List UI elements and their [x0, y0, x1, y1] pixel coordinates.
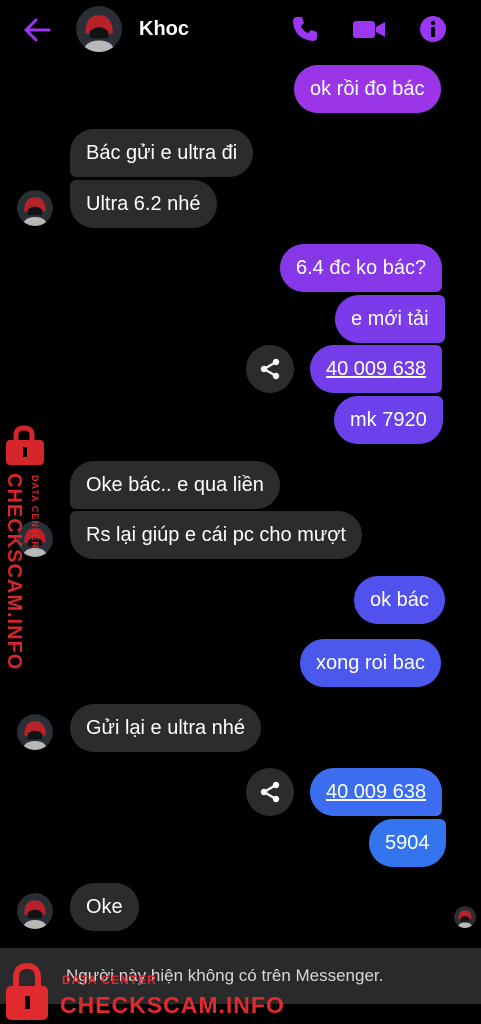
share-button[interactable] [246, 345, 294, 393]
message-bubble-outgoing[interactable]: 6.4 đc ko bác? [280, 244, 443, 292]
lock-icon [6, 425, 44, 465]
message-bubble-incoming[interactable]: Oke bác.. e qua liền [70, 461, 280, 509]
phone-icon[interactable] [290, 14, 320, 44]
watermark-subtitle: DATA CENTER [62, 973, 157, 987]
message-bubble-incoming[interactable]: Oke [70, 883, 139, 931]
back-arrow-icon[interactable] [22, 16, 52, 44]
contact-avatar-small [17, 893, 53, 929]
share-icon [260, 358, 280, 380]
message-bubble-outgoing[interactable]: mk 7920 [334, 396, 443, 444]
share-icon [260, 781, 280, 803]
contact-avatar-small [17, 714, 53, 750]
message-bubble-incoming[interactable]: Gửi lại e ultra nhé [70, 704, 262, 752]
watermark-side: CHECKSCAM.INFO DATA CENTER [0, 425, 60, 670]
video-camera-icon[interactable] [352, 14, 386, 44]
contact-avatar-small [17, 190, 53, 226]
conversation-header: Khoc [0, 0, 481, 60]
message-bubble-outgoing[interactable]: 5904 [369, 819, 446, 867]
message-bubble-incoming[interactable]: Rs lại giúp e cái pc cho mượt [70, 511, 362, 559]
message-bubble-outgoing[interactable]: xong roi bac [300, 639, 441, 687]
message-bubble-outgoing[interactable]: ok bác [354, 576, 445, 624]
watermark-brand: CHECKSCAM.INFO [3, 473, 25, 671]
message-bubble-incoming[interactable]: Bác gửi e ultra đi [70, 129, 254, 177]
contact-name[interactable]: Khoc [139, 18, 189, 41]
contact-avatar[interactable] [76, 6, 122, 52]
seen-receipt-avatar [454, 906, 476, 928]
info-icon[interactable] [418, 14, 448, 44]
message-bubble-incoming[interactable]: Ultra 6.2 nhé [70, 180, 217, 228]
message-link-bubble[interactable]: 40 009 638 [310, 345, 443, 393]
watermark-subtitle: DATA CENTER [30, 475, 40, 549]
watermark-brand: CHECKSCAM.INFO [60, 992, 285, 1018]
message-bubble-outgoing[interactable]: ok rồi đo bác [294, 65, 441, 113]
message-link-bubble[interactable]: 40 009 638 [310, 768, 443, 816]
message-bubble-outgoing[interactable]: e mới tải [335, 295, 445, 343]
share-button[interactable] [246, 768, 294, 816]
lock-icon [6, 962, 48, 1020]
